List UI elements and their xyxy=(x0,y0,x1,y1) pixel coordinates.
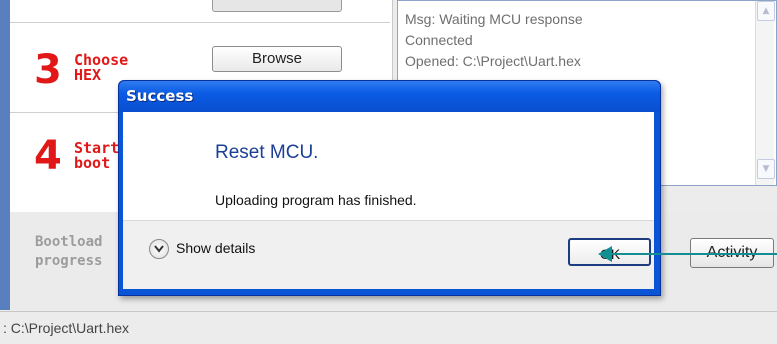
step-4-number: 4 xyxy=(34,133,62,179)
log-scrollbar[interactable]: ▲ ▼ xyxy=(755,1,775,185)
browse-button[interactable]: Browse xyxy=(212,46,342,72)
dialog-title-bar[interactable]: Success xyxy=(119,81,660,112)
step-4-label-line2: boot xyxy=(74,154,111,172)
chevron-down-icon[interactable] xyxy=(149,239,169,259)
main-instruction: Reset MCU. xyxy=(215,142,319,163)
status-bar: : C:\Project\Uart.hex xyxy=(0,311,777,344)
show-details-toggle[interactable]: Show details xyxy=(176,240,255,256)
log-line: Opened: C:\Project\Uart.hex xyxy=(405,53,581,69)
log-line: Connected xyxy=(405,32,473,48)
progress-label-line2: progress xyxy=(35,253,103,269)
scroll-down-icon[interactable]: ▼ xyxy=(757,159,775,179)
step-3-label-line2: HEX xyxy=(74,66,102,84)
dialog-message: Uploading program has finished. xyxy=(215,192,417,208)
step-3-number: 3 xyxy=(34,47,62,93)
step-divider xyxy=(10,22,390,23)
pointer-arrow-icon xyxy=(598,246,777,262)
dialog-title: Success xyxy=(126,87,194,105)
dialog-footer: Show details OK xyxy=(123,220,654,289)
scroll-up-icon[interactable]: ▲ xyxy=(757,1,775,21)
status-file-path: : C:\Project\Uart.hex xyxy=(3,320,130,336)
success-dialog: Success Reset MCU. Uploading program has… xyxy=(118,80,661,296)
progress-label-line1: Bootload xyxy=(35,234,103,250)
previous-step-button[interactable] xyxy=(212,0,342,12)
dialog-body: Reset MCU. Uploading program has finishe… xyxy=(123,112,654,220)
left-accent-band xyxy=(0,0,10,310)
log-line: Msg: Waiting MCU response xyxy=(405,11,583,27)
